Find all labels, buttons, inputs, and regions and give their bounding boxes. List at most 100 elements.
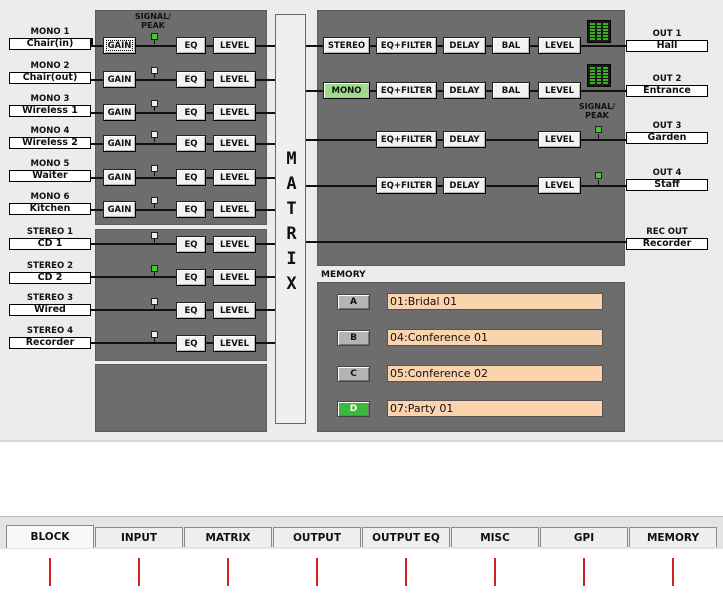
channel-name-field[interactable]: Wireless 2	[9, 137, 91, 149]
eq-button[interactable]: EQ	[176, 335, 206, 352]
callout-line	[405, 558, 407, 586]
memory-recall-button-d[interactable]: D	[337, 401, 370, 417]
channel-name-field[interactable]: Wired	[9, 304, 91, 316]
eq-button[interactable]: EQ	[176, 169, 206, 186]
tab-output[interactable]: OUTPUT	[273, 527, 361, 547]
level-button[interactable]: LEVEL	[213, 335, 256, 352]
signal-peak-led	[151, 131, 158, 138]
channel-name-field[interactable]: Chair(out)	[9, 72, 91, 84]
delay-button[interactable]: DELAY	[443, 37, 486, 54]
eq-filter-button[interactable]: EQ+FILTER	[376, 131, 437, 148]
level-button[interactable]: LEVEL	[538, 131, 581, 148]
tab-misc[interactable]: MISC	[451, 527, 539, 547]
rec-out-label: REC OUT	[646, 227, 688, 237]
channel-name-field[interactable]: CD 2	[9, 272, 91, 284]
gain-button[interactable]: GAIN	[103, 71, 136, 88]
level-button[interactable]: LEVEL	[538, 37, 581, 54]
channel-label: MONO 6	[30, 192, 70, 202]
signal-peak-led	[151, 197, 158, 204]
tab-gpi[interactable]: GPI	[540, 527, 628, 547]
level-button[interactable]: LEVEL	[213, 269, 256, 286]
level-button[interactable]: LEVEL	[213, 135, 256, 152]
matrix-block[interactable]: M A T R I X	[275, 14, 306, 424]
memory-recall-button-a[interactable]: A	[337, 294, 370, 310]
tab-block[interactable]: BLOCK	[6, 525, 94, 548]
rec-out-name-field[interactable]: Recorder	[626, 238, 708, 250]
balance-button[interactable]: BAL	[492, 37, 530, 54]
channel-name-field[interactable]: CD 1	[9, 238, 91, 250]
eq-button[interactable]: EQ	[176, 104, 206, 121]
signal-peak-led	[151, 265, 158, 272]
eq-button[interactable]: EQ	[176, 37, 206, 54]
channel-name-field[interactable]: Chair(in)	[9, 38, 91, 50]
eq-button[interactable]: EQ	[176, 236, 206, 253]
matrix-letter: I	[286, 249, 297, 269]
signal-peak-label: SIGNAL/ PEAK	[134, 12, 172, 30]
delay-button[interactable]: DELAY	[443, 131, 486, 148]
callout-line	[49, 558, 51, 586]
matrix-letter: R	[286, 224, 297, 244]
tab-output-eq[interactable]: OUTPUT EQ	[362, 527, 450, 547]
tab-input[interactable]: INPUT	[95, 527, 183, 547]
level-button[interactable]: LEVEL	[538, 177, 581, 194]
gain-button[interactable]: GAIN	[103, 37, 136, 54]
channel-label: MONO 2	[30, 61, 70, 71]
eq-button[interactable]: EQ	[176, 71, 206, 88]
eq-filter-button[interactable]: EQ+FILTER	[376, 82, 437, 99]
delay-button[interactable]: DELAY	[443, 177, 486, 194]
signal-wire	[91, 38, 93, 47]
gain-button[interactable]: GAIN	[103, 135, 136, 152]
eq-button[interactable]: EQ	[176, 269, 206, 286]
channel-name-field[interactable]: Kitchen	[9, 203, 91, 215]
eq-button[interactable]: EQ	[176, 302, 206, 319]
eq-button[interactable]: EQ	[176, 135, 206, 152]
level-button[interactable]: LEVEL	[538, 82, 581, 99]
tab-memory[interactable]: MEMORY	[629, 527, 717, 547]
memory-slot-name: 07:Party 01	[387, 400, 603, 417]
eq-filter-button[interactable]: EQ+FILTER	[376, 177, 437, 194]
output-level-meter	[587, 20, 611, 43]
led-stem	[598, 134, 599, 139]
stereo-mode-button[interactable]: STEREO	[323, 37, 370, 54]
level-button[interactable]: LEVEL	[213, 236, 256, 253]
signal-peak-led	[151, 232, 158, 239]
level-button[interactable]: LEVEL	[213, 201, 256, 218]
level-button[interactable]: LEVEL	[213, 302, 256, 319]
output-level-meter	[587, 64, 611, 87]
signal-peak-led	[151, 100, 158, 107]
channel-label: STEREO 3	[26, 293, 74, 303]
balance-button[interactable]: BAL	[492, 82, 530, 99]
delay-button[interactable]: DELAY	[443, 82, 486, 99]
channel-name-field[interactable]: Wireless 1	[9, 105, 91, 117]
eq-button[interactable]: EQ	[176, 201, 206, 218]
eq-filter-button[interactable]: EQ+FILTER	[376, 37, 437, 54]
output-name-field[interactable]: Entrance	[626, 85, 708, 97]
output-name-field[interactable]: Staff	[626, 179, 708, 191]
memory-recall-button-c[interactable]: C	[337, 366, 370, 382]
gain-button[interactable]: GAIN	[103, 104, 136, 121]
signal-wire	[306, 241, 628, 243]
level-button[interactable]: LEVEL	[213, 71, 256, 88]
channel-label: STEREO 1	[26, 227, 74, 237]
gain-button[interactable]: GAIN	[103, 169, 136, 186]
mono-mode-button[interactable]: MONO	[323, 82, 370, 99]
level-button[interactable]: LEVEL	[213, 37, 256, 54]
memory-title: MEMORY	[321, 270, 366, 280]
channel-label: STEREO 4	[26, 326, 74, 336]
channel-label: MONO 3	[30, 94, 70, 104]
output-name-field[interactable]: Hall	[626, 40, 708, 52]
memory-slot-name: 01:Bridal 01	[387, 293, 603, 310]
tab-matrix[interactable]: MATRIX	[184, 527, 272, 547]
gain-button[interactable]: GAIN	[103, 201, 136, 218]
callout-line	[227, 558, 229, 586]
channel-name-field[interactable]: Recorder	[9, 337, 91, 349]
matrix-letter: X	[286, 274, 297, 294]
level-button[interactable]: LEVEL	[213, 104, 256, 121]
output-name-field[interactable]: Garden	[626, 132, 708, 144]
channel-name-field[interactable]: Waiter	[9, 170, 91, 182]
channel-label: MONO 5	[30, 159, 70, 169]
callout-line	[316, 558, 318, 586]
level-button[interactable]: LEVEL	[213, 169, 256, 186]
memory-recall-button-b[interactable]: B	[337, 330, 370, 346]
memory-slot-name: 05:Conference 02	[387, 365, 603, 382]
